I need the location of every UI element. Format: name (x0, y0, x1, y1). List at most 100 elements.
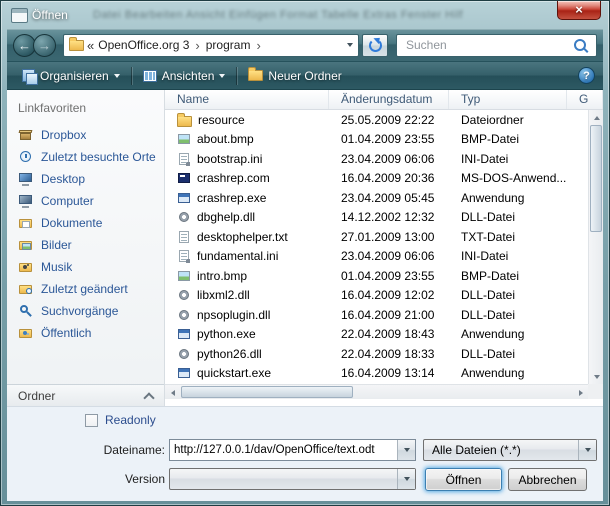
file-type-icon (177, 308, 191, 322)
toolbar-separator (236, 67, 237, 85)
sidebar-item[interactable]: Dropbox (7, 124, 164, 146)
scroll-up-button[interactable] (589, 110, 604, 125)
file-row[interactable]: dbghelp.dll 14.12.2002 12:32 DLL-Datei (165, 208, 588, 228)
file-row[interactable]: intro.bmp 01.04.2009 23:55 BMP-Datei (165, 266, 588, 286)
column-header-name[interactable]: Name (165, 90, 329, 109)
cancel-button[interactable]: Abbrechen (508, 468, 587, 491)
column-header-date[interactable]: Änderungsdatum (329, 90, 449, 109)
readonly-label: Readonly (105, 413, 156, 427)
file-row[interactable]: libxml2.dll 16.04.2009 12:02 DLL-Datei (165, 286, 588, 306)
file-type: INI-Datei (449, 152, 567, 166)
scroll-left-button[interactable] (165, 385, 180, 400)
views-button[interactable]: Ansichten (136, 66, 233, 86)
toolbar-separator (131, 67, 132, 85)
sidebar-item-label: Dokumente (41, 216, 102, 230)
organize-icon (22, 69, 35, 82)
sidebar-item[interactable]: Bilder (7, 234, 164, 256)
sidebar-item[interactable]: Desktop (7, 168, 164, 190)
file-type-icon (177, 171, 191, 185)
organize-button[interactable]: Organisieren (15, 66, 127, 86)
file-type-icon (177, 366, 191, 380)
file-name: about.bmp (197, 132, 254, 146)
refresh-icon (369, 39, 382, 52)
dialog-footer: Readonly Dateiname: Alle Dateien (*.*) V… (7, 406, 603, 501)
scroll-right-button[interactable] (573, 385, 588, 400)
breadcrumb-item-openoffice[interactable]: OpenOffice.org 3 (98, 38, 189, 52)
vertical-scroll-thumb[interactable] (590, 125, 602, 232)
forward-button[interactable]: → (33, 34, 56, 57)
file-type-icon (177, 132, 191, 146)
sidebar-item-icon (18, 303, 34, 319)
new-folder-label: Neuer Ordner (268, 69, 341, 83)
file-row[interactable]: resource 25.05.2009 22:22 Dateiordner (165, 110, 588, 130)
background-window-menubar-blur: Datei Bearbeiten Ansicht Einfügen Format… (93, 9, 463, 21)
breadcrumb-item-program[interactable]: program (206, 38, 251, 52)
file-row[interactable]: python.exe 22.04.2009 18:43 Anwendung (165, 325, 588, 345)
new-folder-button[interactable]: Neuer Ordner (241, 66, 348, 86)
open-button[interactable]: Öffnen (425, 468, 502, 491)
horizontal-scroll-thumb[interactable] (181, 386, 353, 398)
sidebar-item-label: Bilder (41, 238, 72, 252)
favorites-header: Linkfavoriten (7, 90, 164, 115)
refresh-button[interactable] (362, 34, 388, 57)
version-label: Version (25, 472, 165, 486)
sidebar-item-icon (18, 171, 34, 187)
file-row[interactable]: crashrep.com 16.04.2009 20:36 MS-DOS-Anw… (165, 169, 588, 189)
file-row[interactable]: fundamental.ini 23.04.2009 06:06 INI-Dat… (165, 247, 588, 267)
vertical-scrollbar[interactable] (588, 110, 603, 384)
horizontal-scrollbar[interactable] (165, 384, 588, 399)
sidebar-item[interactable]: Öffentlich (7, 322, 164, 344)
filename-input[interactable] (170, 444, 397, 456)
version-combobox[interactable] (169, 468, 416, 490)
sidebar-item-label: Zuletzt geändert (41, 282, 128, 296)
file-type-icon (177, 116, 192, 127)
file-name: npsoplugin.dll (197, 308, 270, 322)
sidebar-item[interactable]: Dokumente (7, 212, 164, 234)
readonly-checkbox[interactable] (85, 414, 98, 427)
file-row[interactable]: about.bmp 01.04.2009 23:55 BMP-Datei (165, 130, 588, 150)
file-type: Dateiordner (449, 113, 567, 127)
sidebar-item-icon (18, 215, 34, 231)
file-name: resource (198, 113, 245, 127)
file-modified-date: 22.04.2009 18:43 (329, 327, 449, 341)
filetype-combobox[interactable]: Alle Dateien (*.*) (423, 439, 597, 461)
file-type: Anwendung (449, 327, 567, 341)
file-type: BMP-Datei (449, 269, 567, 283)
scroll-down-button[interactable] (589, 369, 604, 384)
breadcrumb-history-dropdown-icon[interactable] (347, 43, 353, 47)
search-icon[interactable] (574, 39, 586, 51)
file-row[interactable]: bootstrap.ini 23.04.2009 06:06 INI-Datei (165, 149, 588, 169)
search-input[interactable] (404, 37, 569, 53)
sidebar-item-label: Musik (41, 260, 72, 274)
sidebar-item[interactable]: Musik (7, 256, 164, 278)
sidebar-item[interactable]: Suchvorgänge (7, 300, 164, 322)
file-type: DLL-Datei (449, 210, 567, 224)
file-row[interactable]: quickstart.exe 16.04.2009 13:14 Anwendun… (165, 364, 588, 384)
column-header-type[interactable]: Typ (449, 90, 567, 109)
file-row[interactable]: desktophelper.txt 27.01.2009 13:00 TXT-D… (165, 227, 588, 247)
filename-dropdown-button[interactable] (397, 440, 415, 460)
sidebar-item-label: Desktop (41, 172, 85, 186)
folders-expander[interactable]: Ordner (7, 384, 164, 406)
file-row[interactable]: npsoplugin.dll 16.04.2009 21:00 DLL-Date… (165, 305, 588, 325)
file-row[interactable]: python26.dll 22.04.2009 18:33 DLL-Datei (165, 344, 588, 364)
file-modified-date: 01.04.2009 23:55 (329, 269, 449, 283)
help-button[interactable]: ? (578, 67, 595, 84)
sidebar-item[interactable]: Computer (7, 190, 164, 212)
file-name: quickstart.exe (197, 366, 271, 380)
new-folder-icon (248, 70, 263, 81)
sidebar-item[interactable]: Zuletzt geändert (7, 278, 164, 300)
breadcrumb-separator[interactable]: › (256, 38, 260, 53)
filetype-dropdown-icon (578, 440, 596, 460)
file-modified-date: 27.01.2009 13:00 (329, 230, 449, 244)
column-header-size[interactable]: G (567, 90, 603, 109)
file-row[interactable]: crashrep.exe 23.04.2009 05:45 Anwendung (165, 188, 588, 208)
breadcrumb-separator[interactable]: › (195, 38, 199, 53)
file-modified-date: 22.04.2009 18:33 (329, 347, 449, 361)
folders-label: Ordner (18, 389, 55, 403)
close-button[interactable]: × (557, 1, 601, 20)
sidebar-item[interactable]: Zuletzt besuchte Orte (7, 146, 164, 168)
file-type-icon (177, 152, 191, 166)
breadcrumb-overflow-chevron[interactable]: « (87, 38, 94, 53)
sidebar-item-icon (18, 281, 34, 297)
